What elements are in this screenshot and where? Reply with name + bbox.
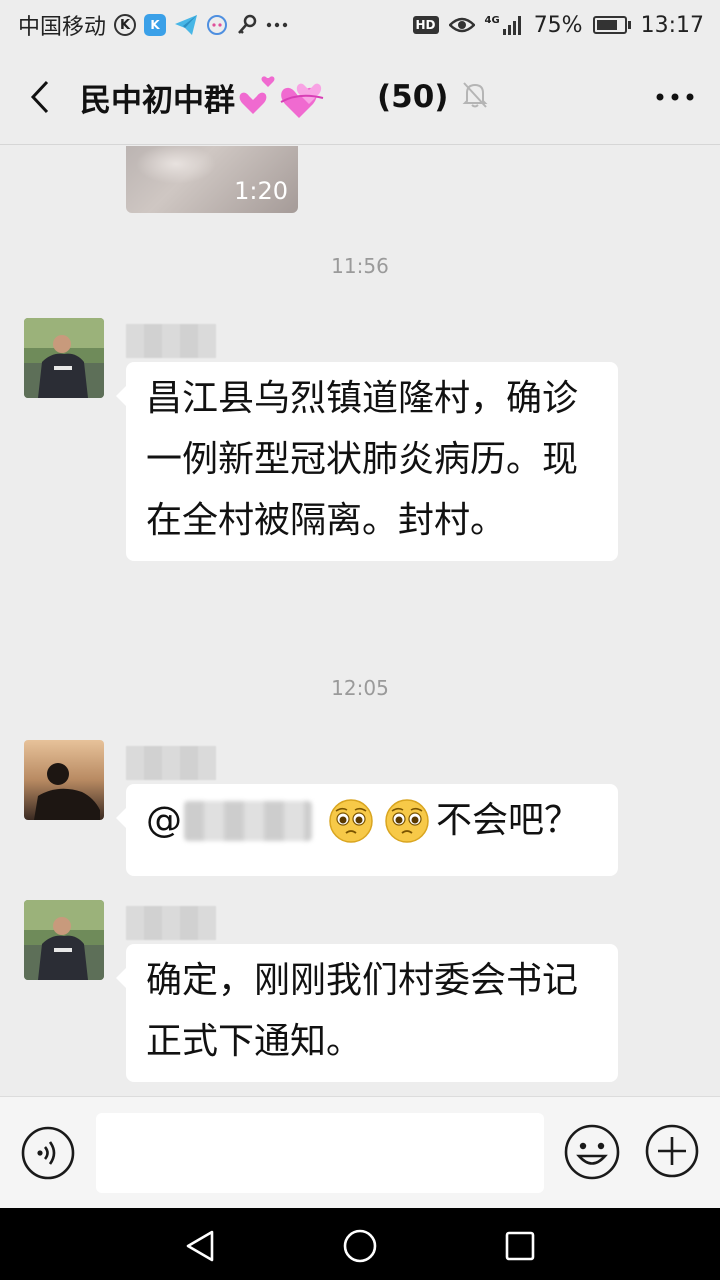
mute-bell-icon	[462, 81, 488, 113]
message-bubble[interactable]: 确定，刚刚我们村委会书记正式下通知。	[116, 944, 618, 1082]
video-message[interactable]: 1:20	[126, 146, 298, 213]
nav-home-button[interactable]	[340, 1226, 380, 1266]
hearts-emoji-icon	[237, 72, 337, 122]
message-bubble[interactable]: @ 不会吧？	[116, 784, 618, 876]
emoji-button[interactable]	[563, 1123, 621, 1181]
status-right: HD 4G 75% 13:17	[412, 12, 704, 38]
voice-input-button[interactable]	[20, 1125, 76, 1181]
nav-back-button[interactable]	[180, 1226, 220, 1266]
avatar[interactable]	[24, 900, 104, 980]
battery-icon	[592, 16, 631, 34]
system-nav-bar	[0, 1208, 720, 1280]
mention-row: @ 不会吧？	[146, 790, 600, 851]
message-bubble[interactable]: 昌江县乌烈镇道隆村，确诊一例新型冠状肺炎病历。现在全村被隔离。封村。	[116, 362, 618, 561]
kugou-icon: K	[144, 14, 167, 36]
signal-icon: 4G	[485, 15, 524, 35]
clock: 13:17	[640, 12, 704, 38]
input-bar	[0, 1096, 720, 1208]
status-bar: 中国移动 K K HD 4G 75% 13:17	[0, 0, 720, 50]
triangle-back-icon	[186, 1230, 214, 1262]
voice-icon	[21, 1126, 75, 1180]
back-button[interactable]	[0, 50, 80, 145]
sender-name-blurred	[126, 906, 216, 940]
smiley-icon	[564, 1124, 620, 1180]
chat-title: 民中初中群	[80, 82, 235, 119]
message-input[interactable]	[96, 1113, 544, 1193]
avatar[interactable]	[24, 740, 104, 820]
more-notifications-icon	[266, 22, 288, 28]
video-duration: 1:20	[234, 177, 288, 205]
status-left: 中国移动 K K	[18, 9, 288, 41]
battery-percent: 75%	[533, 12, 583, 38]
message-text: 不会吧？	[436, 800, 581, 841]
circle-home-icon	[343, 1229, 377, 1263]
pleading-face-icon	[328, 798, 374, 844]
message-text: 昌江县乌烈镇道隆村，确诊一例新型冠状肺炎病历。现在全村被隔离。封村。	[146, 378, 579, 541]
nav-recents-button[interactable]	[500, 1226, 540, 1266]
eye-icon	[448, 16, 475, 34]
sender-name-blurred	[126, 324, 216, 358]
ellipsis-icon	[656, 93, 694, 101]
chat-area[interactable]: 1:20 11:56 昌江县乌烈镇道隆村，确诊一例新型冠状肺炎病历。现在全村被隔…	[0, 146, 720, 1096]
paper-plane-icon	[174, 14, 198, 36]
time-stamp: 12:05	[331, 676, 389, 700]
message-text: 确定，刚刚我们村委会书记正式下通知。	[146, 960, 579, 1062]
sender-name-blurred	[126, 746, 216, 780]
chevron-left-icon	[30, 80, 49, 114]
mentioned-name-blurred	[184, 800, 312, 841]
carrier-label: 中国移动	[18, 15, 107, 40]
square-recents-icon	[505, 1231, 535, 1261]
mention-prefix: @	[146, 800, 182, 841]
pleading-face-icon	[384, 798, 430, 844]
more-options-button[interactable]	[630, 50, 720, 145]
chat-header: 民中初中群 (50)	[0, 50, 720, 145]
plus-icon	[645, 1124, 699, 1178]
video-preview	[136, 146, 216, 184]
chat-bubble-icon	[206, 14, 228, 36]
avatar[interactable]	[24, 318, 104, 398]
more-functions-button[interactable]	[644, 1123, 700, 1179]
hd-icon: HD	[412, 16, 439, 34]
key-icon	[236, 14, 258, 36]
k-app-icon: K	[114, 14, 137, 36]
network-label: 4G	[484, 15, 500, 26]
member-count: (50)	[377, 79, 449, 115]
time-stamp: 11:56	[331, 254, 389, 278]
